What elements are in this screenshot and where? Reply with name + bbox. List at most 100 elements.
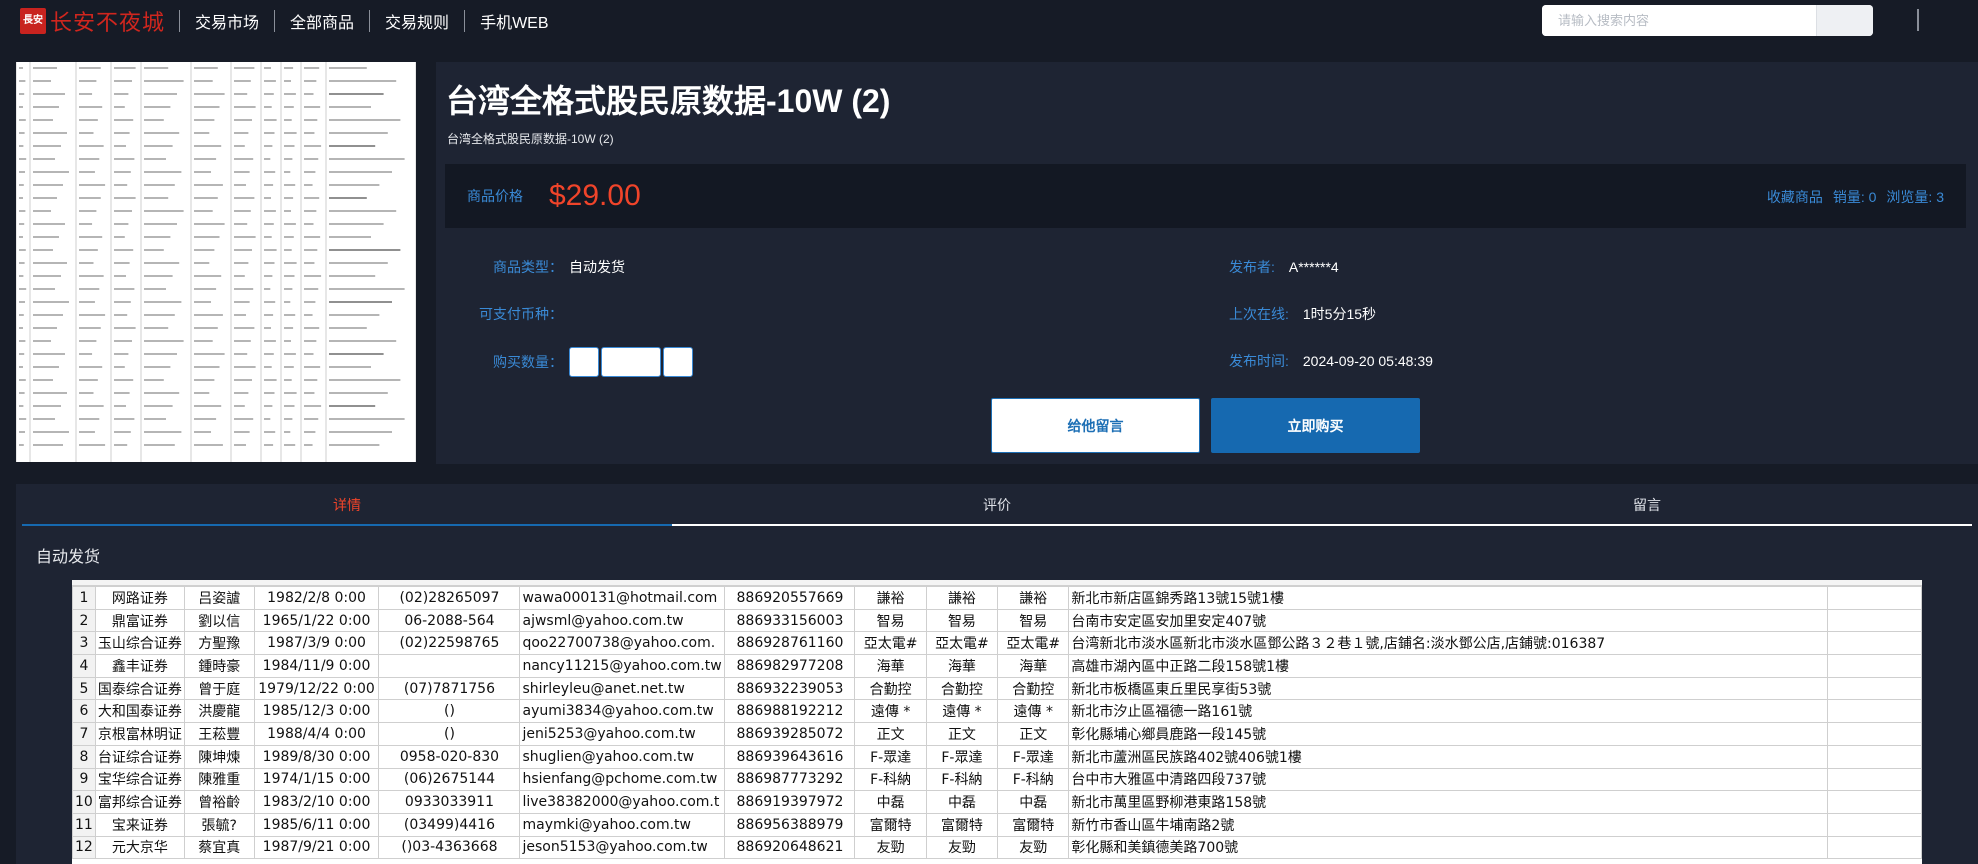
- product-type-row: 商品类型： 自动发货: [493, 257, 625, 277]
- site-logo[interactable]: 長安 长安不夜城: [20, 0, 165, 42]
- table-cell: 遠傳 *: [925, 699, 999, 724]
- table-cell: 台证综合证券: [94, 744, 185, 769]
- table-cell: 正文: [854, 722, 927, 746]
- table-cell: 886919397972: [724, 790, 856, 814]
- table-row: 7 京根富林明证 王菘豐 1988/4/4 0:00() jeni5253@yahoo.…: [72, 722, 1922, 746]
- table-cell: 元大京华: [94, 835, 185, 860]
- table-cell: 新北市汐止區福德一路161號: [1068, 699, 1828, 724]
- table-cell: [1826, 722, 1922, 746]
- table-cell: [1826, 744, 1922, 769]
- buy-now-button[interactable]: 立即购买: [1211, 398, 1420, 453]
- nav-link-market[interactable]: 交易市场: [180, 9, 274, 33]
- search-input[interactable]: [1542, 5, 1816, 36]
- table-cell: 富邦综合证券: [94, 790, 185, 814]
- table-row: 10 富邦综合证券 曾裕齡 1983/2/10 0:00 0933033911 live3…: [72, 790, 1922, 814]
- publish-time-label: 发布时间:: [1229, 353, 1289, 369]
- row-number: 1: [72, 586, 96, 610]
- table-cell: 886928761160: [724, 631, 856, 656]
- quantity-stepper: [569, 347, 693, 377]
- table-cell: 886982977208: [724, 654, 856, 678]
- tab-reviews[interactable]: 评价: [672, 484, 1322, 524]
- table-cell: maymki@yahoo.com.tw: [519, 812, 726, 837]
- table-cell: [1826, 790, 1922, 814]
- table-cell: hsienfang@pchome.com.tw: [519, 767, 726, 792]
- publish-time-value: 2024-09-20 05:48:39: [1302, 353, 1433, 369]
- product-subtitle: 台湾全格式股民原数据-10W (2): [447, 132, 614, 146]
- table-cell: 合勤控: [997, 676, 1070, 701]
- table-cell: 智易: [997, 608, 1070, 633]
- table-cell: 中磊: [997, 790, 1070, 814]
- nav-link-all-products[interactable]: 全部商品: [275, 9, 369, 33]
- table-cell: 合勤控: [925, 676, 999, 701]
- table-cell: F-科納: [925, 767, 999, 792]
- table-cell: 新北市板橋區東丘里民享街53號: [1068, 676, 1828, 701]
- table-cell: 1983/2/10 0:00: [253, 790, 380, 814]
- quantity-row: 购买数量：: [493, 347, 693, 377]
- table-cell: 1988/4/4 0:00: [253, 722, 380, 746]
- quantity-input[interactable]: [601, 347, 661, 377]
- table-cell: 宝来证券: [94, 812, 185, 837]
- table-cell: [1826, 835, 1922, 860]
- nav-link-mobile-web[interactable]: 手机WEB: [465, 9, 563, 33]
- table-cell: 台南市安定區安加里安定407號: [1068, 608, 1828, 633]
- quantity-increase-button[interactable]: [663, 347, 693, 377]
- table-cell: 1965/1/22 0:00: [253, 608, 380, 633]
- table-row: 11 宝来证券 張毓? 1985/6/11 0:00 (03499)4416 maymki…: [72, 812, 1922, 837]
- row-number: 2: [72, 608, 96, 633]
- table-cell: jeson5153@yahoo.com.tw: [519, 835, 726, 860]
- nav-link-rules[interactable]: 交易规则: [370, 9, 464, 33]
- table-cell: 1985/12/3 0:00: [253, 699, 380, 724]
- table-cell: [1826, 654, 1922, 678]
- table-cell: 1984/11/9 0:00: [253, 654, 380, 678]
- table-cell: 富爾特: [997, 812, 1070, 837]
- spreadsheet-thumbnail-icon: [16, 62, 416, 462]
- price-bar: 商品价格 $29.00 收藏商品 销量: 0 浏览量: 3: [445, 164, 1966, 228]
- detail-panel: 详情 评价 留言 自动发货 1 网路证券 吕姿謯 1982/2/8 0:00 (02)2…: [16, 484, 1978, 864]
- table-cell: ()03-4363668: [378, 835, 521, 860]
- row-number: 10: [72, 790, 96, 814]
- table-cell: 曾裕齡: [183, 790, 255, 814]
- table-cell: 海華: [925, 654, 999, 678]
- table-cell: 886920648621: [724, 835, 856, 860]
- quantity-decrease-button[interactable]: [569, 347, 599, 377]
- table-cell: (02)22598765: [378, 631, 521, 656]
- favorite-link[interactable]: 收藏商品: [1767, 187, 1823, 207]
- table-cell: 886988192212: [724, 699, 856, 724]
- last-online-label: 上次在线:: [1229, 306, 1289, 322]
- message-seller-button[interactable]: 给他留言: [991, 398, 1200, 453]
- top-nav: 長安 长安不夜城 交易市场 全部商品 交易规则 手机WEB: [0, 0, 1978, 42]
- nav-divider: [1917, 9, 1919, 31]
- data-table: 1 网路证券 吕姿謯 1982/2/8 0:00 (02)28265097 wawa000…: [72, 586, 1922, 860]
- row-number: 4: [72, 654, 96, 678]
- product-stats: 收藏商品 销量: 0 浏览量: 3: [1767, 187, 1944, 207]
- publisher-row: 发布者: A******4: [1229, 257, 1339, 277]
- table-cell: 1987/3/9 0:00: [253, 631, 380, 656]
- table-cell: 陳雅重: [183, 767, 255, 792]
- table-cell: jeni5253@yahoo.com.tw: [519, 722, 726, 746]
- table-cell: 富爾特: [925, 812, 999, 837]
- table-cell: F-科納: [997, 767, 1070, 792]
- table-cell: 台中市大雅區中清路四段737號: [1068, 767, 1828, 792]
- publisher-label: 发布者:: [1229, 259, 1275, 275]
- tab-details[interactable]: 详情: [22, 484, 672, 526]
- logo-mark-icon: 長安: [20, 8, 46, 34]
- table-cell: shirleyleu@anet.net.tw: [519, 676, 726, 701]
- table-cell: 886932239053: [724, 676, 856, 701]
- table-cell: 正文: [997, 722, 1070, 746]
- table-cell: [1826, 631, 1922, 656]
- table-row: 1 网路证券 吕姿謯 1982/2/8 0:00 (02)28265097 wawa000…: [72, 586, 1922, 610]
- product-title: 台湾全格式股民原数据-10W (2): [446, 83, 891, 119]
- search-button[interactable]: [1816, 5, 1873, 36]
- table-cell: 合勤控: [854, 676, 927, 701]
- table-cell: 富爾特: [854, 812, 927, 837]
- table-cell: 1985/6/11 0:00: [253, 812, 380, 837]
- table-row: 2 鼎富证券 劉以信 1965/1/22 0:00 06-2088-564 ajwsml@…: [72, 608, 1922, 633]
- section-title: 自动发货: [36, 549, 101, 566]
- table-cell: 新北市萬里區野柳港東路158號: [1068, 790, 1828, 814]
- table-cell: 智易: [925, 608, 999, 633]
- table-cell: 0958-020-830: [378, 744, 521, 769]
- tab-messages[interactable]: 留言: [1322, 484, 1972, 524]
- table-cell: [1826, 812, 1922, 837]
- product-info-panel: 台湾全格式股民原数据-10W (2) 台湾全格式股民原数据-10W (2) 商品…: [436, 62, 1978, 464]
- product-image[interactable]: [16, 62, 416, 462]
